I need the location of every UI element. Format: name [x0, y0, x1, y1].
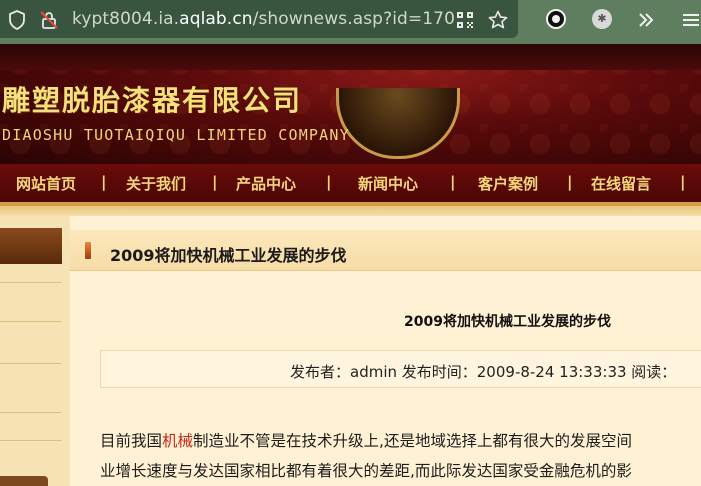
nav-separator: | [101, 173, 107, 191]
nav-separator: | [212, 173, 218, 191]
sidebar-divider [0, 282, 62, 283]
nav-item-products[interactable]: 产品中心 [236, 173, 296, 194]
star-icon[interactable] [487, 9, 509, 31]
qr-code-icon[interactable] [454, 9, 476, 31]
article-title: 2009将加快机械工业发展的步伐 [404, 314, 611, 330]
sidebar-divider [0, 412, 62, 413]
banner-top-band [0, 44, 701, 70]
nav-separator: | [567, 173, 573, 191]
sidebar-divider [0, 440, 62, 441]
article-meta: 发布者：admin 发布时间：2009-8-24 13:33:33 阅读： [290, 363, 677, 381]
menu-icon[interactable] [680, 9, 701, 31]
nav-separator: | [450, 173, 456, 191]
nav-item-cases[interactable]: 客户案例 [478, 173, 538, 194]
insecure-lock-icon[interactable] [38, 9, 60, 31]
overflow-chevrons-icon[interactable] [635, 9, 657, 31]
shield-icon[interactable] [6, 9, 28, 31]
title-marker-icon [85, 242, 91, 259]
url-text[interactable]: kypt8004.ia.aqlab.cn/shownews.asp?id=170 [72, 9, 455, 29]
nav-item-home[interactable]: 网站首页 [16, 173, 76, 194]
extension-icon[interactable]: ✱ [592, 9, 612, 29]
address-bar[interactable]: kypt8004.ia.aqlab.cn/shownews.asp?id=170 [0, 0, 518, 38]
sidebar-footer [0, 476, 48, 486]
sidebar-divider [0, 363, 62, 364]
dark-mode-extension-icon[interactable] [546, 9, 566, 29]
browser-toolbar: kypt8004.ia.aqlab.cn/shownews.asp?id=170… [0, 0, 701, 44]
page-title: 2009将加快机械工业发展的步伐 [110, 246, 347, 265]
nav-item-news[interactable]: 新闻中心 [358, 173, 418, 194]
nav-item-about[interactable]: 关于我们 [126, 173, 186, 194]
company-name-en: DIAOSHU TUOTAIQIQU LIMITED COMPANY [2, 126, 350, 144]
sidebar-header [0, 228, 62, 264]
article-body-line: 业增长速度与发达国家相比都有着很大的差距,而此际发达国家受金融危机的影 [100, 462, 632, 480]
sidebar-divider [0, 321, 62, 322]
keyword-link[interactable]: 机械 [162, 432, 193, 450]
nav-separator: | [680, 173, 686, 191]
article-body-line: 目前我国机械制造业不管是在技术升级上,还是地域选择上都有很大的发展空间 [100, 432, 632, 450]
nav-separator: | [326, 173, 332, 191]
nav-item-guestbook[interactable]: 在线留言 [591, 173, 651, 194]
nav-bottom-strip [0, 206, 701, 216]
company-name-cn: 雕塑脱胎漆器有限公司 [2, 84, 303, 117]
